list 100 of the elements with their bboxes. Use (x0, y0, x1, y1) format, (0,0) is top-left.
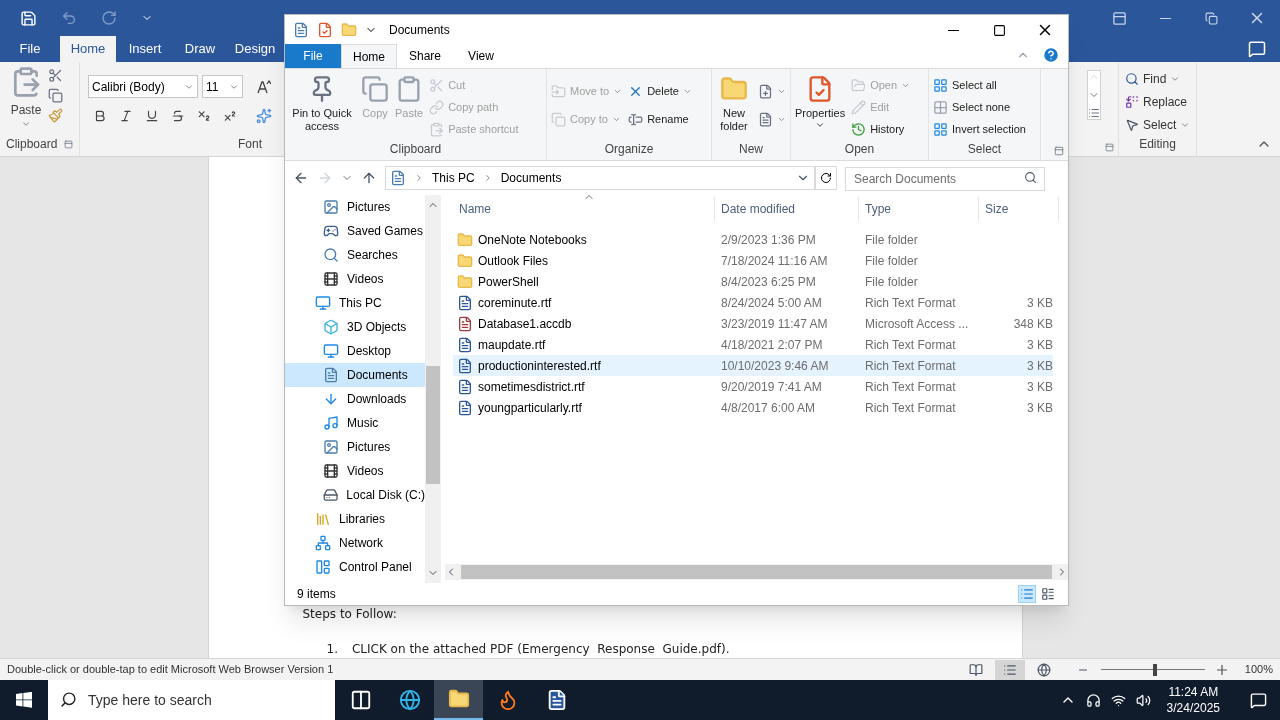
ribbon-button[interactable]: Delete (626, 80, 694, 102)
table-cell-text: Rich Text Format (864, 336, 957, 354)
horizontal-scrollbar[interactable] (445, 564, 1068, 580)
nav-item[interactable]: Pictures (285, 195, 425, 219)
table-cell-text: Microsoft Access ... (864, 315, 970, 333)
file-name: productioninterested.rtf (478, 357, 601, 375)
file-row[interactable]: PowerShell 8/4/2023 6:25 PM File folder (453, 271, 1053, 292)
file-row[interactable]: coreminute.rtf 8/24/2024 5:00 AM Rich Text Format 3 KB (453, 292, 1053, 313)
clock-date: 3/24/2025 (1166, 700, 1220, 716)
ribbon-button[interactable]: Select none (931, 96, 1028, 118)
file-row[interactable]: productioninterested.rtf 10/10/2023 9:46 AM Rich Text Format 3 KB (453, 355, 1053, 376)
address-bar[interactable]: This PC Documents (385, 166, 815, 190)
nav-item[interactable]: This PC (285, 291, 425, 315)
column-header[interactable]: Size (979, 197, 1059, 221)
ribbon-tab[interactable]: Insert (116, 36, 174, 62)
file-name: Outlook Files (478, 252, 549, 270)
nav-item[interactable]: Saved Games (285, 219, 425, 243)
ribbon-button[interactable]: New folder (714, 71, 754, 140)
nav-item[interactable]: Downloads (285, 387, 425, 411)
format-button[interactable] (222, 108, 238, 124)
editing-button[interactable]: Find (1125, 68, 1196, 89)
file-row[interactable]: OneNote Notebooks 2/9/2023 1:36 PM File folder (453, 229, 1053, 250)
print-layout-button[interactable] (995, 659, 1025, 680)
ribbon-tab[interactable]: Share (397, 44, 453, 68)
table-cell-text: Rich Text Format (864, 357, 957, 375)
nav-item[interactable]: Control Panel (285, 555, 425, 579)
file-row[interactable]: sometimesdistrict.rtf 9/20/2019 7:41 AM Rich Text Format 3 KB (453, 376, 1053, 397)
file-row[interactable]: youngparticularly.rtf 4/8/2017 6:00 AM Rich Text Format 3 KB (453, 397, 1053, 418)
editing-button[interactable]: Select (1125, 114, 1196, 135)
table-cell-text: File folder (864, 252, 919, 270)
ribbon-button[interactable]: Pin to Quick access (287, 71, 357, 140)
nav-item[interactable]: Network (285, 531, 425, 555)
ribbon-button[interactable]: Properties (793, 71, 848, 140)
column-header[interactable]: Name (453, 197, 715, 221)
folder-icon (457, 273, 473, 290)
nav-item[interactable]: Libraries (285, 507, 425, 531)
ribbon-tab[interactable]: View (453, 44, 509, 68)
format-button[interactable] (118, 108, 134, 124)
music-icon (323, 415, 339, 431)
nav-item[interactable]: Videos (285, 267, 425, 291)
format-button[interactable] (196, 108, 212, 124)
nav-item[interactable]: Videos (285, 459, 425, 483)
ribbon-button[interactable]: Rename (626, 108, 694, 130)
nav-item[interactable]: Pictures (285, 435, 425, 459)
paste-button[interactable]: Paste (10, 66, 42, 135)
word-file-icon (457, 378, 473, 395)
taskbar-app[interactable] (434, 680, 483, 720)
group-label: Open (843, 141, 876, 158)
volume-icon (1135, 692, 1151, 708)
document-icon (323, 367, 339, 383)
ribbon-tab[interactable]: Draw (174, 36, 226, 62)
ribbon-tab[interactable]: Design (226, 36, 284, 62)
font-size-field[interactable]: 11 (202, 75, 243, 98)
font-name-field[interactable]: Calibri (Body) (88, 75, 198, 98)
scrollbar[interactable] (425, 195, 441, 583)
ribbon-tab[interactable]: Home (60, 36, 116, 62)
ribbon-tab[interactable]: Home (341, 44, 397, 68)
zoom-slider[interactable] (1101, 663, 1205, 676)
cube-icon (323, 319, 339, 335)
breadcrumb[interactable]: Documents (500, 169, 562, 187)
file-row[interactable]: Outlook Files 7/18/2024 11:16 AM File folder (453, 250, 1053, 271)
edit-icon (851, 99, 867, 115)
column-header[interactable]: Date modified (715, 197, 859, 221)
access-file-icon (457, 315, 473, 332)
ribbon-button[interactable]: Select all (931, 74, 1028, 96)
editing-button[interactable]: Replace (1125, 91, 1196, 112)
zoom-thumb[interactable] (1153, 663, 1157, 676)
nav-item[interactable]: Music (285, 411, 425, 435)
format-button[interactable] (144, 108, 160, 124)
nav-item[interactable]: Desktop (285, 339, 425, 363)
file-row[interactable]: Database1.accdb 3/23/2019 11:47 AM Microsoft Access ... 348 KB (453, 313, 1053, 334)
breadcrumb[interactable]: This PC (432, 169, 475, 187)
format-button[interactable] (170, 108, 186, 124)
headset-icon (1085, 692, 1101, 708)
column-header[interactable]: Type (859, 197, 979, 221)
download-icon (323, 391, 339, 407)
properties-icon (317, 22, 333, 38)
copy-icon (361, 75, 389, 103)
ribbon-button[interactable]: Invert selection (931, 118, 1028, 140)
search-field[interactable]: Search Documents (845, 167, 1045, 191)
group-label: New (738, 141, 764, 158)
table-cell-text: 2/9/2023 1:36 PM (720, 231, 817, 249)
ribbon-button[interactable]: History (849, 118, 913, 140)
taskbar-search-field[interactable]: Type here to search (48, 680, 335, 720)
tiles-view-button[interactable] (1040, 585, 1056, 603)
nav-item[interactable]: Documents (285, 363, 425, 387)
zoom-in-icon (1217, 664, 1227, 675)
nav-item[interactable]: 3D Objects (285, 315, 425, 339)
underline-icon (145, 109, 159, 123)
ribbon-tab[interactable]: File (0, 36, 60, 62)
table-cell-text: 9/20/2019 7:41 AM (720, 378, 823, 396)
refresh-button[interactable] (815, 166, 837, 190)
file-row[interactable]: maupdate.rtf 4/18/2021 2:07 PM Rich Text Format 3 KB (453, 334, 1053, 355)
open-icon (851, 77, 867, 93)
shortcut-icon (429, 121, 445, 137)
nav-item[interactable]: Local Disk (C:) (285, 483, 425, 507)
nav-item[interactable]: Searches (285, 243, 425, 267)
italic-icon (119, 109, 133, 123)
ribbon-tab[interactable]: File (285, 44, 341, 68)
table-cell-text: 10/10/2023 9:46 AM (720, 357, 830, 375)
